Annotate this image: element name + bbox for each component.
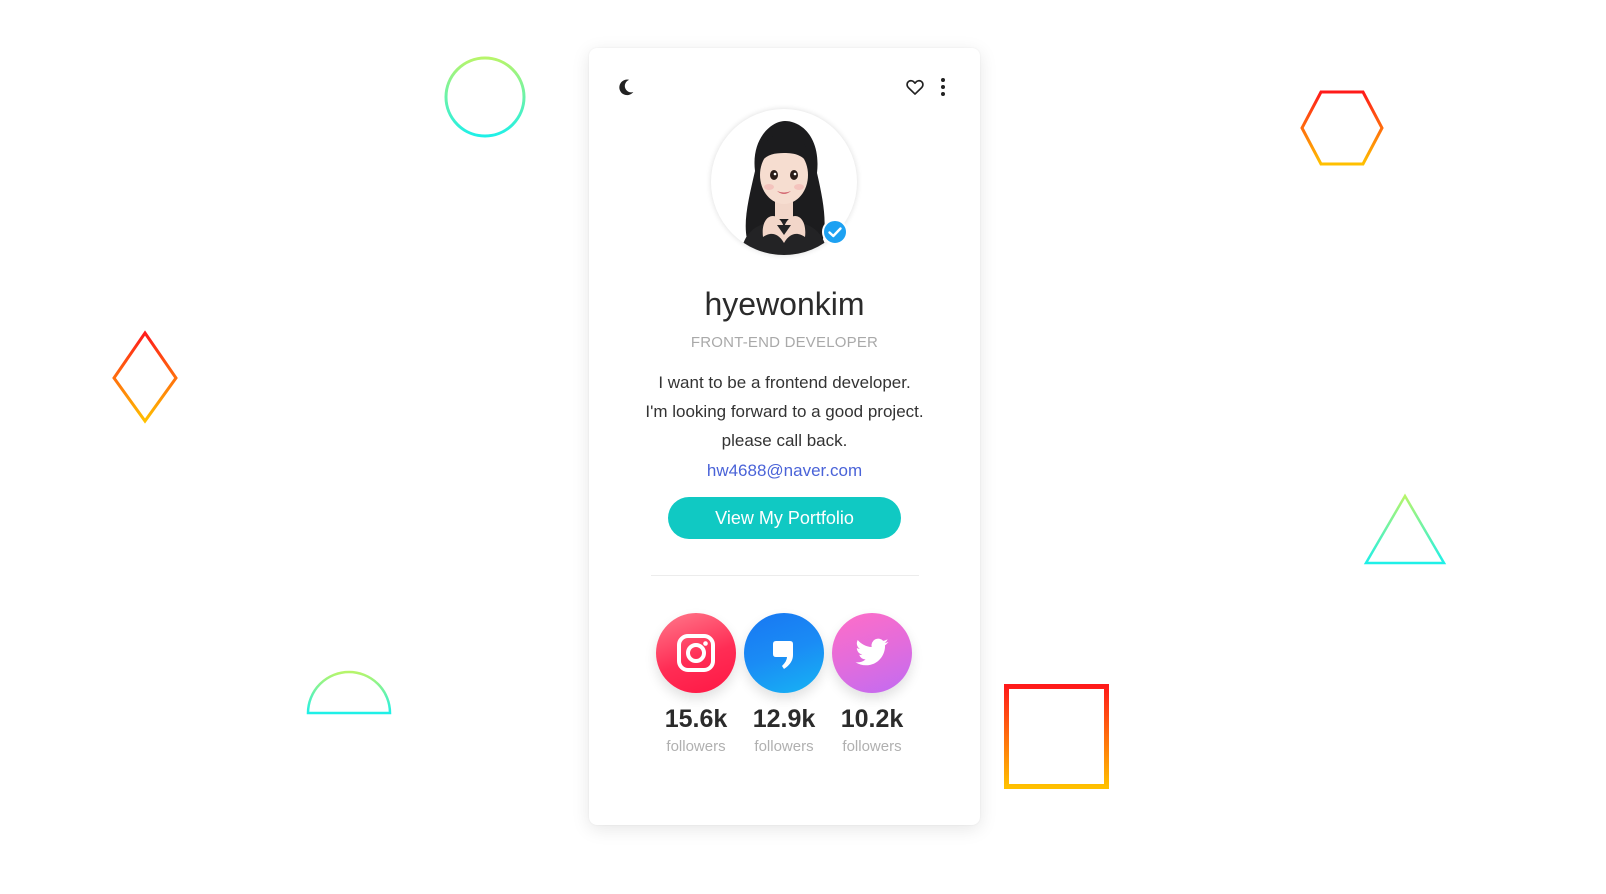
decorative-triangle — [1363, 493, 1447, 565]
more-vertical-icon[interactable] — [935, 76, 951, 98]
social-stat-instagram: 15.6k followers — [656, 613, 736, 757]
profile-card: hyewonkim FRONT-END DEVELOPER I want to … — [589, 48, 980, 825]
kakao-follower-label: followers — [754, 738, 814, 755]
kakao-icon — [773, 641, 793, 669]
kakao-button[interactable] — [744, 613, 824, 693]
instagram-icon — [677, 634, 715, 672]
verified-badge-icon — [822, 219, 848, 245]
view-portfolio-button[interactable]: View My Portfolio — [668, 497, 901, 539]
decorative-circle — [444, 56, 526, 138]
instagram-button[interactable] — [656, 613, 736, 693]
decorative-hexagon — [1300, 90, 1384, 166]
username: hyewonkim — [704, 286, 865, 322]
social-stat-twitter: 10.2k followers — [832, 613, 912, 757]
page-background: hyewonkim FRONT-END DEVELOPER I want to … — [0, 0, 1606, 894]
bio-text: I want to be a frontend developer. I'm l… — [645, 373, 924, 450]
twitter-follower-label: followers — [842, 738, 902, 755]
instagram-follower-count: 15.6k — [664, 705, 728, 733]
instagram-follower-label: followers — [666, 738, 726, 755]
email-link[interactable]: hw4688@naver.com — [589, 456, 980, 485]
social-stat-kakao: 12.9k followers — [744, 613, 824, 757]
twitter-button[interactable] — [832, 613, 912, 693]
moon-icon[interactable] — [614, 75, 638, 99]
decorative-semicircle — [306, 670, 392, 715]
divider — [651, 575, 919, 576]
kakao-follower-count: 12.9k — [752, 705, 816, 733]
decorative-diamond — [112, 330, 178, 424]
decorative-square — [1004, 684, 1109, 789]
twitter-icon — [855, 638, 889, 666]
heart-icon[interactable] — [904, 76, 926, 98]
avatar-container — [711, 109, 857, 255]
twitter-follower-count: 10.2k — [840, 705, 904, 733]
role-title: FRONT-END DEVELOPER — [690, 334, 879, 351]
